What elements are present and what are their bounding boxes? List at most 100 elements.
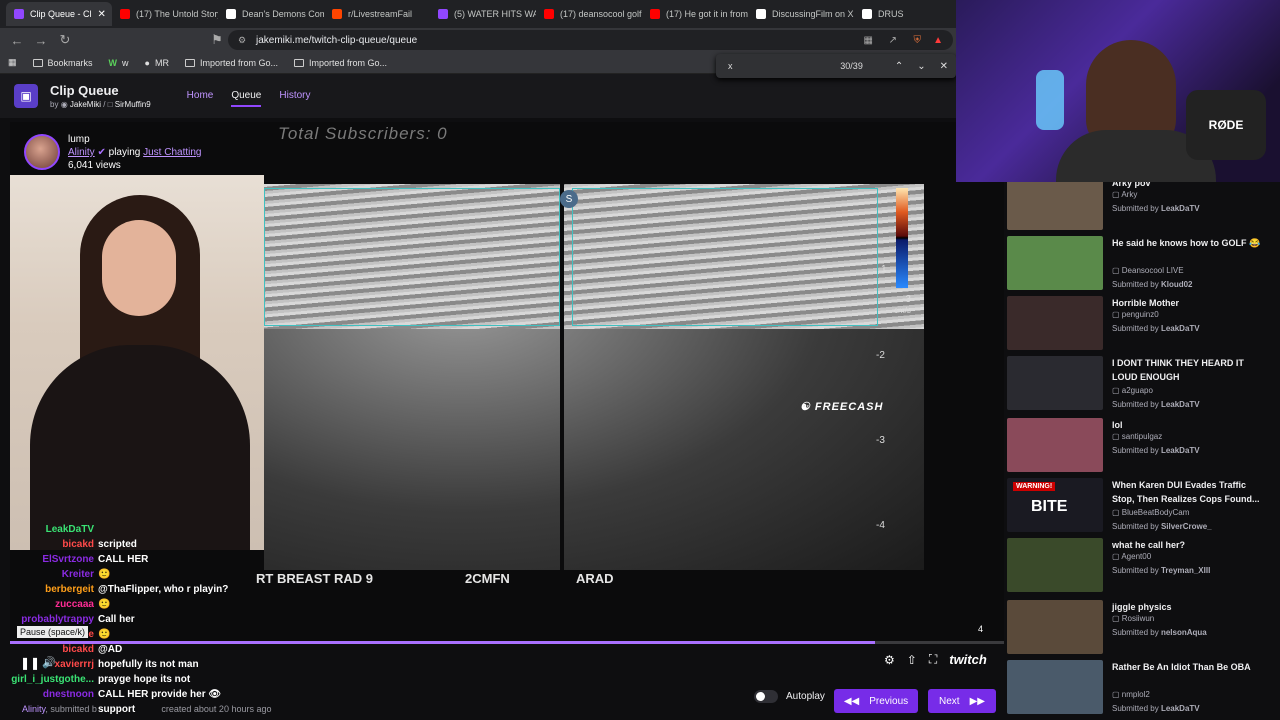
chat-username[interactable]: berbergeit: [0, 582, 94, 597]
author-link[interactable]: JakeMiki: [70, 100, 101, 109]
queue-channel: a2guapo: [1121, 386, 1153, 395]
tab-label: (17) He got it in from t: [666, 9, 748, 19]
roi-box-left: [264, 188, 560, 326]
queue-thumbnail[interactable]: [1007, 600, 1103, 654]
submitter-name: LeakDaTV: [1160, 204, 1200, 213]
nav-queue[interactable]: Queue: [231, 86, 262, 107]
bookmark-item[interactable]: Ww: [109, 58, 129, 68]
clip-byline: Alinity ✔ playing Just Chatting: [68, 147, 202, 158]
queue-thumbnail[interactable]: [1007, 418, 1103, 472]
queue-item[interactable]: WARNING! BITE When Karen DUI Evades Traffi…: [1007, 478, 1277, 534]
chat-username[interactable]: dnestnoon: [0, 687, 94, 702]
chat-username[interactable]: zuccaaa: [0, 597, 94, 612]
settings-icon[interactable]: ⚙: [884, 653, 895, 667]
chat-username[interactable]: bicakd: [0, 642, 94, 657]
find-close-icon[interactable]: ✕: [940, 61, 948, 72]
queue-thumbnail[interactable]: [1007, 296, 1103, 350]
nav-home[interactable]: Home: [187, 86, 214, 107]
tab-favicon-icon: [120, 9, 130, 19]
bookmark-item[interactable]: Imported from Go...: [184, 58, 278, 68]
browser-tab[interactable]: (17) The Untold Story o: [112, 2, 218, 26]
site-info-icon[interactable]: ⚙: [238, 35, 246, 46]
back-icon[interactable]: ←: [10, 33, 24, 48]
volume-icon[interactable]: 🔊: [42, 656, 56, 669]
game-link[interactable]: Just Chatting: [143, 147, 201, 158]
chat-username[interactable]: girl_i_justgothe...: [0, 672, 94, 687]
chat-username[interactable]: Kreiter: [0, 567, 94, 582]
channel-link[interactable]: Alinity: [68, 147, 95, 158]
main-nav: Home Queue History: [187, 86, 311, 107]
queue-item[interactable]: what he call her? ▢ Agent00 Submitted by T…: [1007, 538, 1277, 594]
chat-username[interactable]: LeakDaTV: [0, 522, 94, 537]
share-icon[interactable]: ↗: [889, 35, 897, 46]
browser-tab[interactable]: Clip Queue - Cl ✕: [6, 2, 112, 26]
browser-tab[interactable]: r/LivestreamFail: [324, 2, 430, 26]
queue-item[interactable]: Horrible Mother ▢ penguinz0 Submitted by L…: [1007, 296, 1277, 352]
browser-tab[interactable]: (5) WATER HITS WATER: [430, 2, 536, 26]
chat-username[interactable]: ElSvrtzone: [0, 552, 94, 567]
apps-icon[interactable]: ▦: [8, 57, 17, 68]
bookmark-item[interactable]: ● MR: [145, 58, 169, 68]
queue-thumbnail[interactable]: [1007, 660, 1103, 714]
reload-icon[interactable]: ↻: [58, 32, 72, 48]
browser-tab[interactable]: DRUS: [854, 2, 960, 26]
scale-unit: cm/s: [894, 306, 911, 315]
queue-thumbnail[interactable]: [1007, 538, 1103, 592]
tab-favicon-icon: [438, 9, 448, 19]
queue-thumbnail[interactable]: [1007, 356, 1103, 410]
channel-avatar[interactable]: [24, 134, 60, 170]
facecam-face: [102, 220, 176, 316]
previous-button[interactable]: ◀◀ Previous: [834, 689, 918, 713]
browser-tab[interactable]: DiscussingFilm on X: "I: [748, 2, 854, 26]
find-input[interactable]: x: [728, 61, 733, 71]
next-button[interactable]: Next ▶▶: [928, 689, 996, 713]
autoplay-toggle[interactable]: [754, 690, 778, 703]
progress-bar[interactable]: [10, 641, 1004, 644]
find-prev-icon[interactable]: ⌃: [895, 61, 903, 72]
queue-channel-row: ▢ nmplol2: [1112, 690, 1150, 699]
chat-message: Kreiter 🙂: [0, 567, 300, 582]
clip-queue-list: Arky pov ▢ Arky Submitted by LeakDaTV He sa…: [1005, 182, 1280, 720]
queue-thumbnail[interactable]: [1007, 236, 1103, 290]
reader-icon[interactable]: ▦: [864, 35, 873, 46]
bookmark-item[interactable]: Bookmarks: [32, 58, 93, 68]
queue-item[interactable]: lol ▢ santipulgaz Submitted by LeakDaTV: [1007, 418, 1277, 474]
clip-queue-logo-icon[interactable]: ▣: [14, 84, 38, 108]
queue-item[interactable]: jiggle physics ▢ Rosiiwun Submitted by nel…: [1007, 600, 1277, 656]
chat-text: 🙂: [98, 629, 111, 640]
browser-tab[interactable]: (17) deansocool golf -: [536, 2, 642, 26]
bookmark-item[interactable]: Imported from Go...: [294, 58, 387, 68]
queue-item[interactable]: Rather Be An Idiot Than Be OBA ▢ nmplol2 S…: [1007, 660, 1277, 716]
chat-message: bicakd @AD: [0, 642, 300, 657]
chat-username[interactable]: probablytrappy: [0, 612, 94, 627]
browser-tab[interactable]: (17) He got it in from t: [642, 2, 748, 26]
footer-channel[interactable]: Alinity: [22, 704, 45, 714]
folder-icon: [32, 58, 43, 67]
rewards-icon[interactable]: ▲: [933, 35, 943, 46]
chat-username[interactable]: bicakd: [0, 537, 94, 552]
pause-icon[interactable]: ❚❚: [20, 656, 40, 670]
author-link[interactable]: SirMuffin9: [115, 100, 151, 109]
forward-icon[interactable]: →: [34, 33, 48, 48]
fullscreen-icon[interactable]: ⛶: [929, 652, 937, 667]
queue-channel-row: ▢ Agent00: [1112, 552, 1151, 561]
queue-thumbnail[interactable]: [1007, 182, 1103, 230]
share-icon[interactable]: ⇧: [907, 653, 917, 667]
find-next-icon[interactable]: ⌄: [917, 61, 925, 72]
brave-shield-icon[interactable]: ⛨: [914, 35, 922, 46]
url-field[interactable]: ⚙ jakemiki.me/twitch-clip-queue/queue ▦ …: [228, 30, 953, 50]
chat-text: Call her: [98, 614, 135, 625]
browser-tab[interactable]: Dean's Demons Comm: [218, 2, 324, 26]
tab-close-icon[interactable]: ✕: [98, 9, 106, 20]
queue-thumbnail[interactable]: WARNING! BITE: [1007, 478, 1103, 532]
nav-history[interactable]: History: [279, 86, 310, 107]
bookmark-page-icon[interactable]: ⚑: [210, 32, 224, 48]
depth-label: -2: [876, 350, 885, 361]
microphone: RØDE: [1186, 90, 1266, 160]
queue-item[interactable]: Arky pov ▢ Arky Submitted by LeakDaTV: [1007, 182, 1277, 232]
queue-item[interactable]: I DONT THINK THEY HEARD IT LOUD ENOUGH ▢ …: [1007, 356, 1277, 412]
queue-item[interactable]: He said he knows how to GOLF 😂 ▢ Deansoco…: [1007, 236, 1277, 292]
autoplay-control[interactable]: Autoplay: [754, 690, 825, 703]
tab-favicon-icon: [756, 9, 766, 19]
twitch-logo[interactable]: twitch: [949, 652, 987, 667]
